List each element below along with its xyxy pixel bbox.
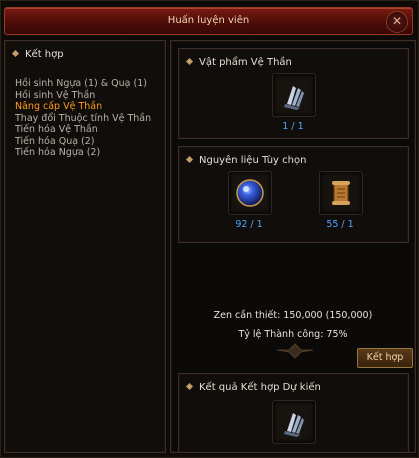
diamond-bullet-icon: [185, 382, 194, 391]
guardian-item-count: 1 / 1: [282, 121, 304, 132]
window-title: Huấn luyện viên: [167, 15, 250, 26]
guardian-item-header: Vật phẩm Vệ Thần: [185, 57, 292, 68]
recipe-list: Hồi sinh Ngựa (1) & Quạ (1) Hồi sinh Vệ …: [15, 78, 151, 159]
result-section: Kết quả Kết hợp Dự kiến: [178, 373, 409, 453]
recipe-item-change-guardian-attribute[interactable]: Thay đổi Thuộc tính Vệ Thần: [15, 113, 151, 125]
result-header: Kết quả Kết hợp Dự kiến: [185, 382, 321, 393]
materials-header: Nguyên liệu Tùy chọn: [185, 155, 306, 166]
guardian-claw-icon: [284, 86, 304, 110]
materials-section: Nguyên liệu Tùy chọn 92 / 1 55 / 1: [178, 146, 409, 243]
recipe-list-panel: Kết hợp Hồi sinh Ngựa (1) & Quạ (1) Hồi …: [4, 40, 166, 453]
success-rate-text: Tỷ lệ Thành công: 75%: [238, 329, 348, 340]
recipe-item-evolve-raven[interactable]: Tiến hóa Quạ (2): [15, 136, 151, 148]
recipe-item-revive-guardian[interactable]: Hồi sinh Vệ Thần: [15, 90, 151, 102]
close-button[interactable]: ✕: [386, 11, 408, 33]
recipe-item-upgrade-guardian[interactable]: Nâng cấp Vệ Thần: [15, 101, 151, 113]
combine-button[interactable]: Kết hợp: [357, 348, 413, 368]
material-slot-scroll[interactable]: [319, 171, 363, 215]
scroll-icon: [332, 181, 350, 205]
close-icon: ✕: [391, 14, 403, 28]
recipe-item-evolve-horse[interactable]: Tiến hóa Ngựa (2): [15, 147, 151, 159]
guardian-item-slot[interactable]: [272, 73, 316, 117]
diamond-bullet-icon: [185, 155, 194, 164]
window: Huấn luyện viên ✕ Kết hợp Hồi sinh Ngựa …: [0, 0, 419, 458]
result-slot[interactable]: [272, 400, 316, 444]
diamond-bullet-icon: [11, 49, 20, 58]
diamond-bullet-icon: [185, 57, 194, 66]
material-count-scroll: 55 / 1: [326, 219, 354, 230]
guardian-item-section: Vật phẩm Vệ Thần 1 / 1: [178, 48, 409, 139]
title-bar: Huấn luyện viên ✕: [4, 7, 413, 35]
recipe-item-revive-horse-raven[interactable]: Hồi sinh Ngựa (1) & Quạ (1): [15, 78, 151, 90]
guardian-claw-icon: [284, 413, 304, 437]
zen-required-text: Zen cần thiết: 150,000 (150,000): [213, 310, 373, 321]
jewel-orb-icon: [236, 179, 264, 207]
material-count-jewel: 92 / 1: [235, 219, 263, 230]
recipe-item-evolve-guardian[interactable]: Tiến hóa Vệ Thần: [15, 124, 151, 136]
recipe-list-header: Kết hợp: [11, 49, 64, 60]
ornament-icon: [276, 343, 314, 359]
material-slot-jewel[interactable]: [228, 171, 272, 215]
